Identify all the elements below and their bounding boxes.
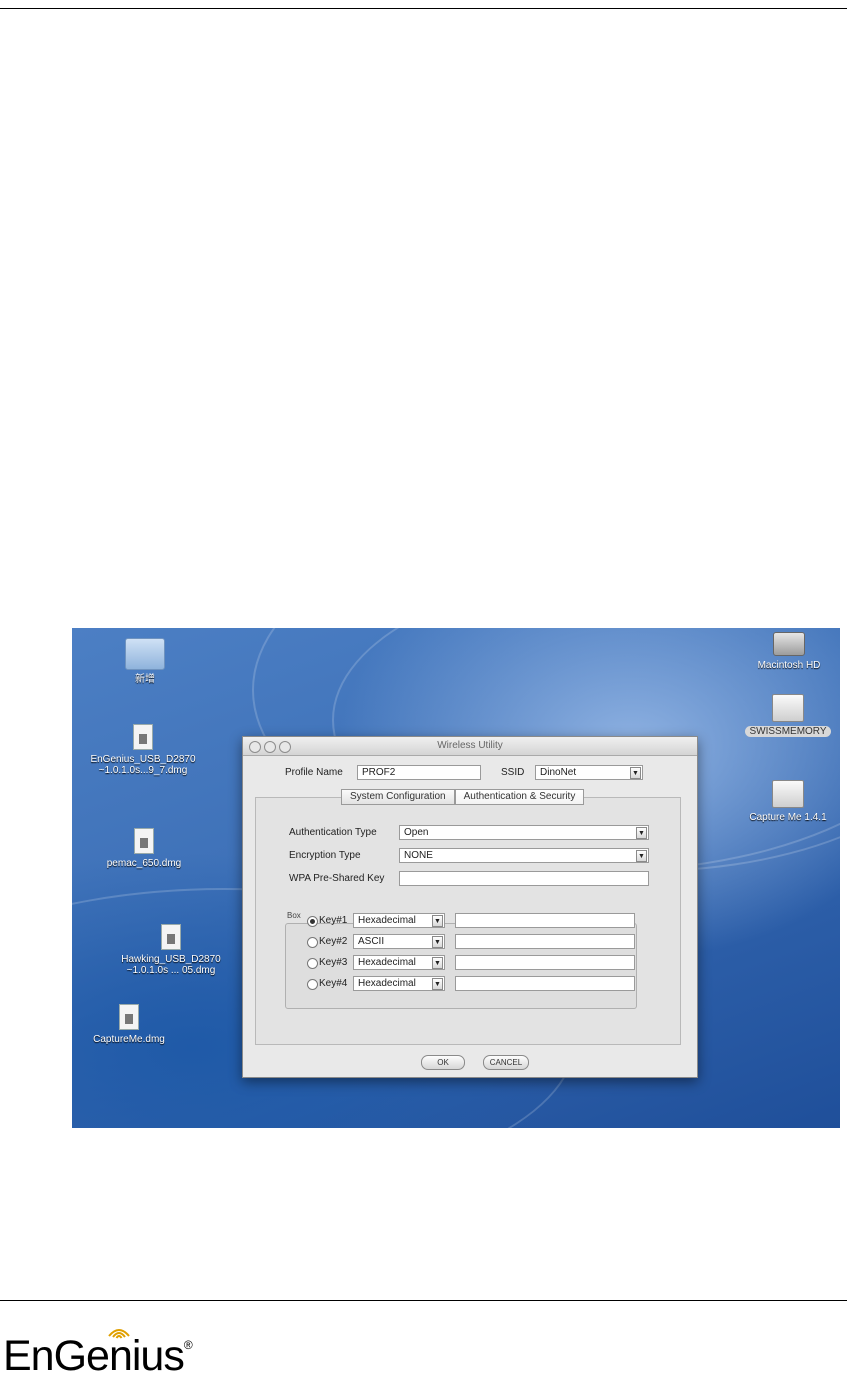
key2-format-select[interactable]: ASCII ▼ — [353, 934, 445, 949]
auth-type-label: Authentication Type — [289, 827, 377, 838]
key1-input[interactable] — [455, 913, 635, 928]
disk-image-icon — [133, 724, 153, 750]
desktop-usb-drive-icon[interactable]: SWISSMEMORY — [740, 694, 836, 737]
key4-label: Key#4 — [319, 978, 348, 989]
cancel-button[interactable]: CANCEL — [483, 1055, 529, 1070]
key4-format-value: Hexadecimal — [358, 978, 416, 989]
key1-label: Key#1 — [319, 915, 348, 926]
desktop-icon-label: Capture Me 1.4.1 — [749, 812, 827, 823]
brand-name: EnGenius — [3, 1332, 185, 1380]
ssid-label: SSID — [501, 767, 525, 778]
profile-name-input[interactable]: PROF2 — [357, 765, 481, 780]
desktop-dmg-icon[interactable]: EnGenius_USB_D2870 ~1.0.1.0s...9_7.dmg — [78, 724, 208, 776]
key3-format-select[interactable]: Hexadecimal ▼ — [353, 955, 445, 970]
title-bar: Wireless Utility — [243, 737, 697, 756]
chevron-down-icon: ▼ — [636, 827, 647, 839]
group-box-title: Box — [287, 911, 301, 920]
encryption-type-label: Encryption Type — [289, 850, 361, 861]
desktop-drive-icon[interactable]: Capture Me 1.4.1 — [738, 780, 838, 823]
key2-label: Key#2 — [319, 936, 348, 947]
drive-icon — [772, 780, 804, 808]
top-rule — [0, 8, 847, 9]
window-title: Wireless Utility — [437, 740, 503, 751]
profile-name-label: Profile Name — [285, 767, 343, 778]
key2-radio[interactable] — [307, 937, 318, 948]
wireless-utility-window: Wireless Utility Profile Name PROF2 SSID… — [242, 736, 698, 1078]
engenius-logo: EnGenius® — [3, 1332, 193, 1381]
disk-image-icon — [119, 1004, 139, 1030]
registered-mark: ® — [183, 1338, 193, 1352]
key1-radio[interactable] — [307, 916, 318, 927]
auth-type-value: Open — [404, 827, 429, 838]
usb-drive-icon — [772, 694, 804, 722]
desktop-icon-label: CaptureMe.dmg — [93, 1034, 165, 1045]
chevron-down-icon: ▼ — [636, 850, 647, 862]
wpa-psk-label: WPA Pre-Shared Key — [289, 873, 385, 884]
desktop-icon-label: Hawking_USB_D2870 ~1.0.1.0s ... 05.dmg — [121, 954, 221, 976]
ssid-select[interactable]: DinoNet ▼ — [535, 765, 643, 780]
desktop-screenshot: 新增 EnGenius_USB_D2870 ~1.0.1.0s...9_7.dm… — [72, 628, 840, 1128]
chevron-down-icon: ▼ — [432, 915, 443, 927]
desktop-dmg-icon[interactable]: pemac_650.dmg — [84, 828, 204, 869]
desktop-icon-label: EnGenius_USB_D2870 ~1.0.1.0s...9_7.dmg — [90, 754, 196, 776]
key4-input[interactable] — [455, 976, 635, 991]
chevron-down-icon: ▼ — [432, 957, 443, 969]
desktop-hard-drive-icon[interactable]: Macintosh HD — [744, 632, 834, 671]
desktop-dmg-icon[interactable]: CaptureMe.dmg — [74, 1004, 184, 1045]
hard-drive-icon — [773, 632, 805, 656]
encryption-type-select[interactable]: NONE ▼ — [399, 848, 649, 863]
desktop-icon-label: pemac_650.dmg — [106, 858, 182, 869]
key3-input[interactable] — [455, 955, 635, 970]
ssid-value: DinoNet — [540, 767, 577, 778]
folder-icon — [125, 638, 165, 670]
chevron-down-icon: ▼ — [630, 767, 641, 779]
desktop-icon-label: Macintosh HD — [757, 660, 821, 671]
ok-button[interactable]: OK — [421, 1055, 465, 1070]
key2-input[interactable] — [455, 934, 635, 949]
key4-radio[interactable] — [307, 979, 318, 990]
desktop-icon-label: SWISSMEMORY — [745, 726, 831, 737]
auth-type-select[interactable]: Open ▼ — [399, 825, 649, 840]
desktop-dmg-icon[interactable]: Hawking_USB_D2870 ~1.0.1.0s ... 05.dmg — [106, 924, 236, 976]
tab-authentication-security[interactable]: Authentication & Security — [454, 789, 585, 805]
key1-format-select[interactable]: Hexadecimal ▼ — [353, 913, 445, 928]
tab-system-configuration[interactable]: System Configuration — [341, 789, 455, 805]
chevron-down-icon: ▼ — [432, 978, 443, 990]
wpa-psk-input[interactable] — [399, 871, 649, 886]
key3-radio[interactable] — [307, 958, 318, 969]
key2-format-value: ASCII — [358, 936, 385, 947]
key3-format-value: Hexadecimal — [358, 957, 416, 968]
tab-bar: System Configuration Authentication & Se… — [341, 789, 585, 805]
key1-format-value: Hexadecimal — [358, 915, 416, 926]
desktop-folder-icon[interactable]: 新增 — [120, 638, 170, 685]
chevron-down-icon: ▼ — [432, 936, 443, 948]
disk-image-icon — [134, 828, 154, 854]
disk-image-icon — [161, 924, 181, 950]
key3-label: Key#3 — [319, 957, 348, 968]
key4-format-select[interactable]: Hexadecimal ▼ — [353, 976, 445, 991]
bottom-rule — [0, 1300, 847, 1301]
encryption-type-value: NONE — [404, 850, 433, 861]
desktop-icon-label: 新增 — [135, 674, 155, 685]
